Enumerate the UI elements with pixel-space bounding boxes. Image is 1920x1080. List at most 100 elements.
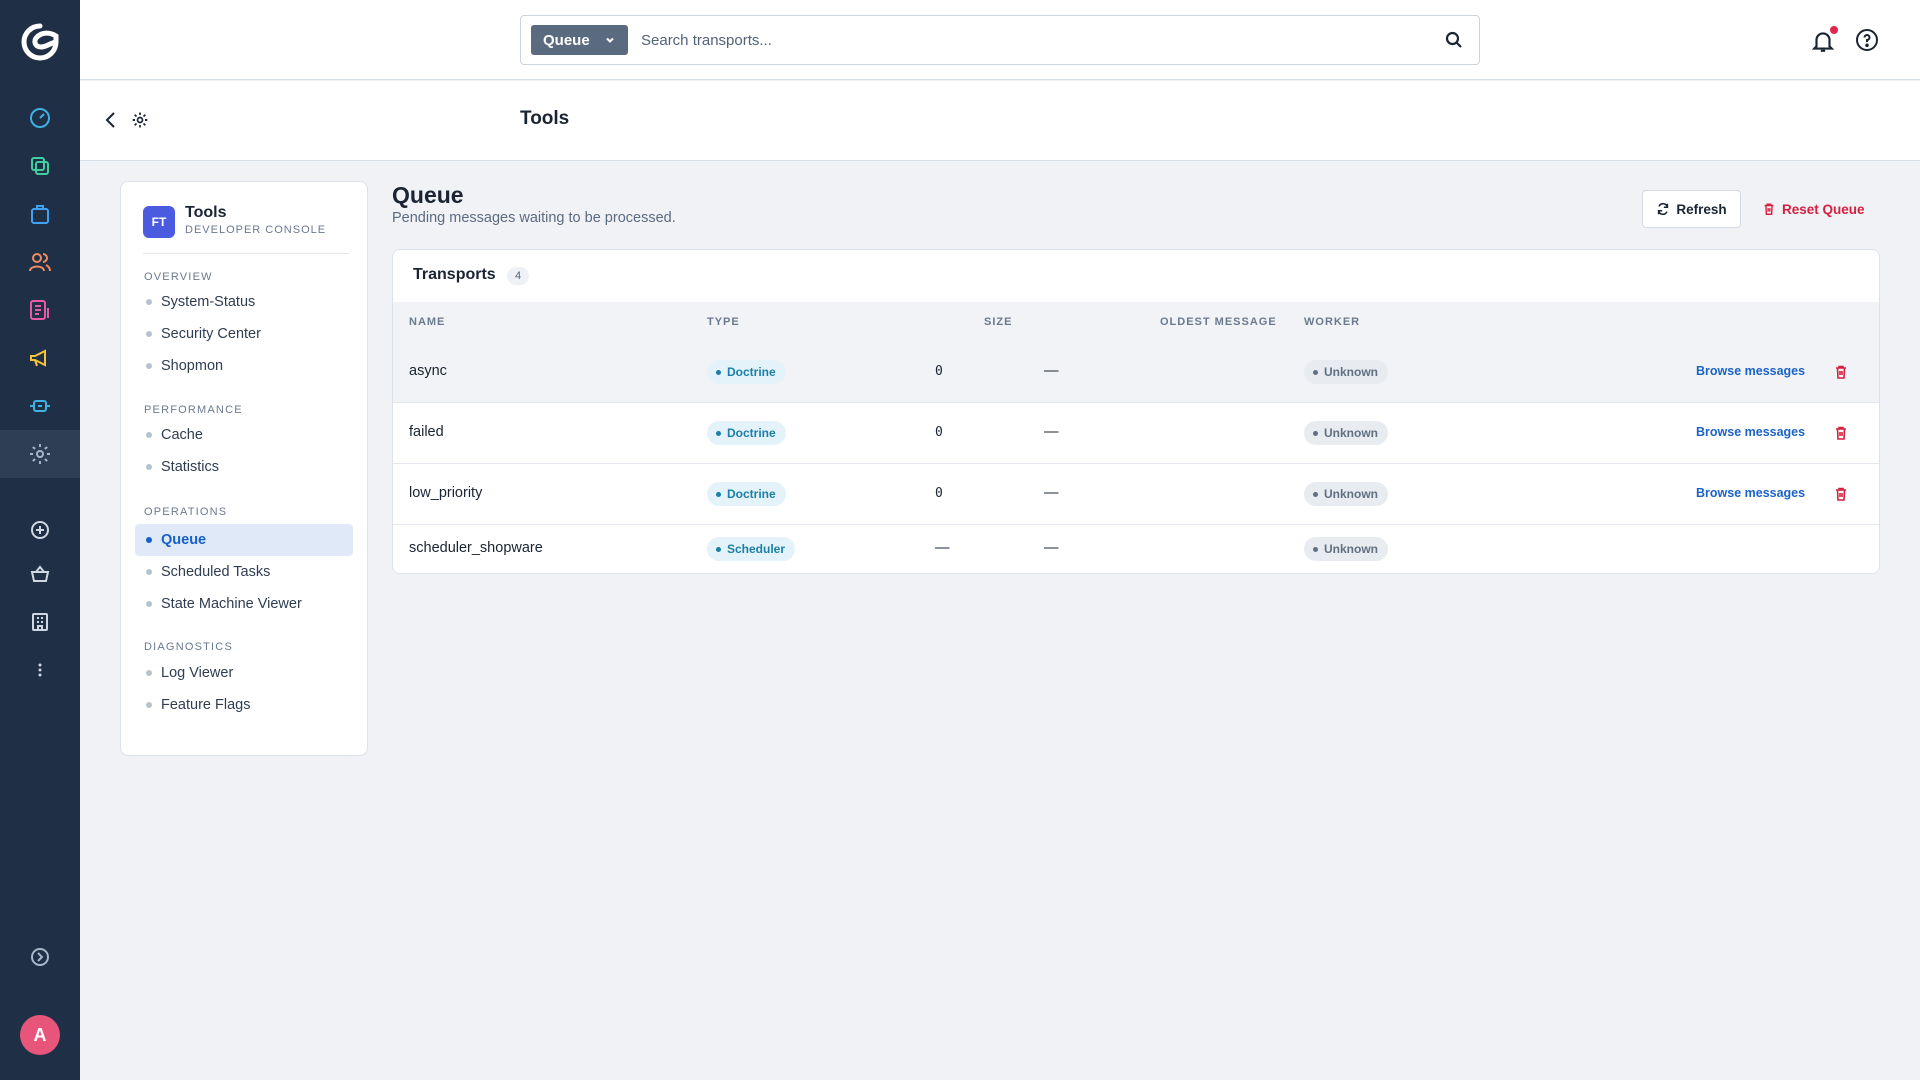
tools-badge: FT	[143, 206, 175, 238]
worker-status-badge: Unknown	[1304, 360, 1388, 384]
nav-item-label: Feature Flags	[161, 697, 251, 713]
type-badge: Doctrine	[707, 482, 786, 506]
browse-messages-link[interactable]: Browse messages	[1696, 425, 1805, 439]
delete-icon[interactable]	[1833, 364, 1849, 380]
expand-icon	[31, 948, 49, 966]
browse-messages-link[interactable]: Browse messages	[1696, 364, 1805, 378]
nav-item-scheduled-tasks[interactable]: Scheduled Tasks	[135, 556, 353, 588]
gear-icon[interactable]	[130, 110, 150, 130]
table-title: Transports	[413, 266, 496, 283]
nav-title: Tools	[185, 204, 227, 221]
admin-sidebar: A	[0, 0, 80, 1080]
reset-queue-label: Reset Queue	[1782, 201, 1865, 217]
catalog-icon	[31, 157, 49, 175]
chevron-down-icon	[605, 37, 614, 43]
nav-section-operations: OPERATIONS	[144, 506, 228, 518]
column-header-size[interactable]: SIZE	[984, 316, 1012, 328]
rail-more[interactable]	[0, 646, 80, 694]
size-value: 0	[935, 486, 943, 501]
smart-bar: Tools	[80, 81, 1920, 161]
add-icon	[31, 521, 49, 539]
search-icon[interactable]	[1444, 30, 1464, 50]
rail-extensions[interactable]	[0, 382, 80, 430]
nav-item-system-status[interactable]: System-Status	[135, 286, 353, 318]
nav-item-statistics[interactable]: Statistics	[135, 451, 353, 483]
nav-section-diagnostics: DIAGNOSTICS	[144, 641, 233, 653]
delete-icon[interactable]	[1833, 425, 1849, 441]
marketing-icon	[30, 349, 46, 367]
nav-item-shopmon[interactable]: Shopmon	[135, 350, 353, 382]
rail-catalog[interactable]	[0, 142, 80, 190]
search-scope-label: Queue	[543, 31, 590, 49]
oldest-message-value: —	[1044, 485, 1059, 501]
type-badge: Doctrine	[707, 421, 786, 445]
rail-settings[interactable]	[0, 430, 80, 478]
nav-item-feature-flags[interactable]: Feature Flags	[135, 689, 353, 721]
table-row[interactable]: scheduler_shopware Scheduler — — Unknown	[393, 525, 1879, 573]
nav-item-state-machine-viewer[interactable]: State Machine Viewer	[135, 588, 353, 620]
rail-storefront[interactable]	[0, 598, 80, 646]
nav-item-queue[interactable]: Queue	[135, 524, 353, 556]
rail-sales-channel[interactable]	[0, 550, 80, 598]
user-avatar[interactable]: A	[20, 1015, 60, 1055]
delete-icon[interactable]	[1833, 486, 1849, 502]
search-scope-select[interactable]: Queue	[531, 25, 628, 55]
bullet-dot	[146, 569, 152, 575]
nav-item-label: Queue	[161, 532, 207, 548]
bullet-dot	[146, 331, 152, 337]
nav-item-label: Security Center	[161, 326, 261, 342]
notification-dot	[1830, 26, 1838, 34]
rail-add-sales-channel[interactable]	[0, 506, 80, 554]
transports-table-card: Transports 4 NAME TYPE SIZE OLDEST MESSA…	[392, 249, 1880, 574]
rail-expand[interactable]	[0, 933, 80, 981]
rail-orders[interactable]	[0, 190, 80, 238]
type-badge: Doctrine	[707, 360, 786, 384]
nav-subtitle: DEVELOPER CONSOLE	[185, 224, 327, 236]
refresh-button[interactable]: Refresh	[1642, 190, 1741, 228]
transport-name: failed	[409, 424, 444, 440]
column-header-oldest-message[interactable]: OLDEST MESSAGE	[1160, 316, 1277, 328]
column-header-type[interactable]: TYPE	[707, 316, 740, 328]
table-row[interactable]: failed Doctrine 0 — Unknown Browse messa…	[393, 403, 1879, 464]
search-input[interactable]	[641, 26, 1421, 54]
nav-item-label: Scheduled Tasks	[161, 564, 271, 580]
rail-dashboard[interactable]	[0, 94, 80, 142]
shopware-logo-icon[interactable]	[20, 22, 60, 62]
storefront-icon	[32, 613, 48, 631]
transport-name: async	[409, 363, 447, 379]
nav-item-label: Shopmon	[161, 358, 224, 374]
back-arrow-icon[interactable]	[100, 109, 122, 131]
rail-marketing[interactable]	[0, 334, 80, 382]
browse-messages-link[interactable]: Browse messages	[1696, 486, 1805, 500]
nav-item-label: System-Status	[161, 294, 256, 310]
table-header: NAME TYPE SIZE OLDEST MESSAGE WORKER	[393, 302, 1879, 342]
worker-status-badge: Unknown	[1304, 421, 1388, 445]
nav-item-log-viewer[interactable]: Log Viewer	[135, 657, 353, 689]
nav-item-cache[interactable]: Cache	[135, 419, 353, 451]
rail-content[interactable]	[0, 286, 80, 334]
help-icon[interactable]	[1855, 28, 1879, 52]
size-value: 0	[935, 425, 943, 440]
rail-customers[interactable]	[0, 238, 80, 286]
nav-item-label: State Machine Viewer	[161, 596, 302, 612]
dashboard-icon	[30, 108, 50, 128]
section-title: Queue	[392, 182, 464, 208]
settings-icon	[30, 444, 50, 464]
table-row[interactable]: low_priority Doctrine 0 — Unknown Browse…	[393, 464, 1879, 525]
bullet-dot	[146, 432, 152, 438]
column-header-name[interactable]: NAME	[409, 316, 445, 328]
column-header-worker[interactable]: WORKER	[1304, 316, 1360, 328]
bullet-dot	[146, 299, 152, 305]
refresh-label: Refresh	[1676, 201, 1727, 217]
type-badge: Scheduler	[707, 537, 796, 561]
global-search: Queue	[520, 15, 1480, 65]
size-value: 0	[935, 364, 943, 379]
table-row[interactable]: async Doctrine 0 — Unknown Browse messag…	[393, 342, 1879, 403]
transport-count-badge: 4	[507, 267, 529, 285]
reset-queue-button[interactable]: Reset Queue	[1762, 199, 1865, 219]
bullet-dot	[146, 464, 152, 470]
tools-nav-card: FT Tools DEVELOPER CONSOLE OVERVIEW Syst…	[120, 181, 368, 756]
nav-item-security-center[interactable]: Security Center	[135, 318, 353, 350]
customers-icon	[29, 253, 51, 272]
bullet-dot	[146, 670, 152, 676]
